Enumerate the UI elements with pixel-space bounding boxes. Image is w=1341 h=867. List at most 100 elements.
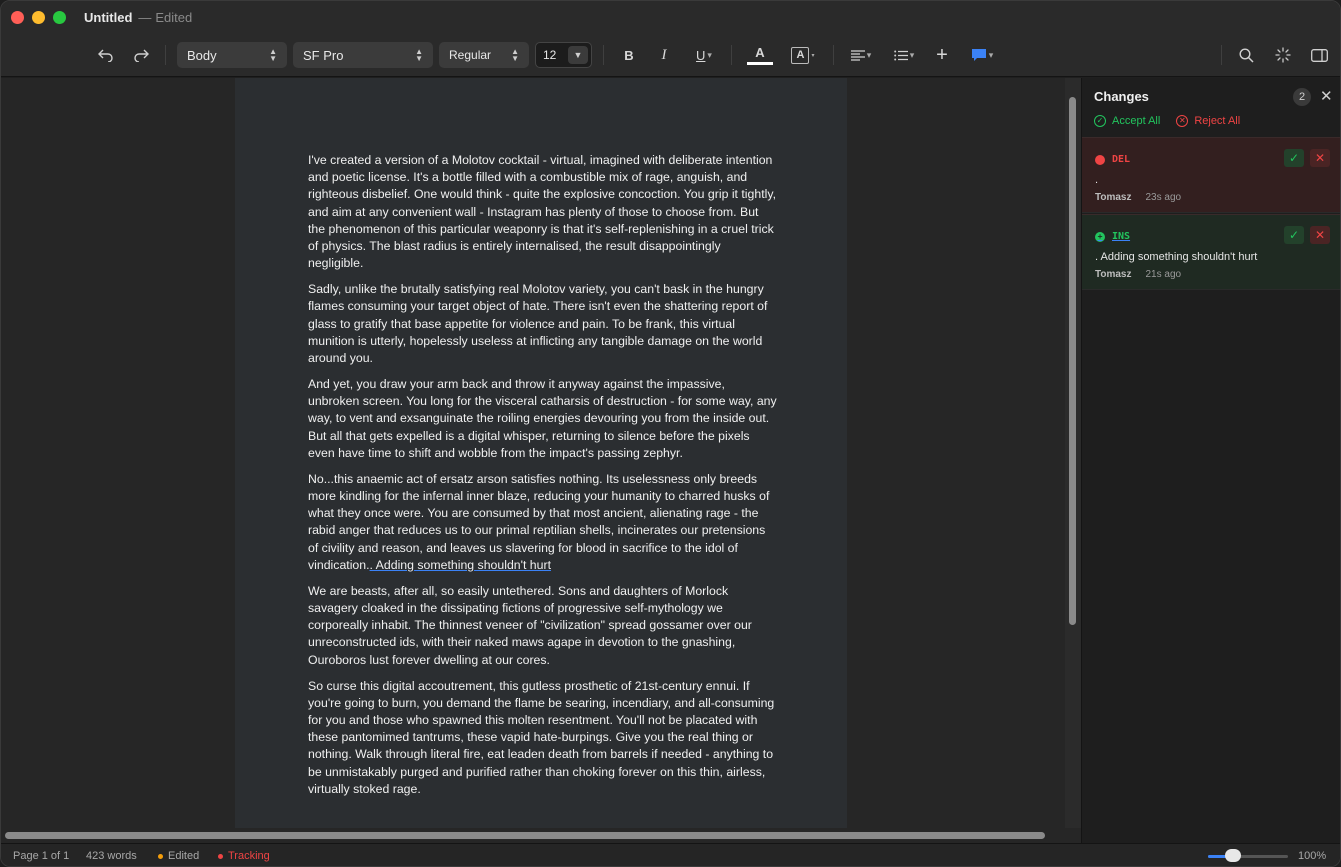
paragraph[interactable]: We are beasts, after all, so easily unte… (308, 583, 778, 669)
change-meta: Tomasz 21s ago (1095, 269, 1181, 280)
accept-all-button[interactable]: ✓ Accept All (1094, 115, 1160, 127)
accept-change-button[interactable]: ✓ (1284, 226, 1304, 244)
change-item-deletion[interactable]: DEL ✓ ✕ . Tomasz 23s ago (1082, 137, 1340, 213)
zoom-level: 100% (1298, 850, 1327, 862)
chevron-down-icon: ▾ (811, 52, 815, 59)
accept-all-label: Accept All (1112, 115, 1161, 127)
vertical-scroll-thumb[interactable] (1069, 97, 1076, 625)
toolbar-divider (165, 45, 166, 65)
change-actions: ✓ ✕ (1284, 149, 1330, 167)
window-controls (11, 10, 66, 24)
change-kind-label: INS (1112, 231, 1131, 242)
undo-button[interactable] (93, 42, 119, 68)
insert-button[interactable]: + (929, 42, 955, 68)
change-text: . (1095, 174, 1099, 186)
window-title: Untitled (84, 9, 133, 25)
highlight-color-button[interactable]: A ▾ (785, 42, 821, 68)
toolbar: Body ▲ ▼ SF Pro ▲ ▼ Regular ▲ ▼ 12 ▼ B I U ▾… (1, 33, 1340, 77)
change-kind: DEL (1095, 154, 1130, 165)
chevron-down-icon: ▾ (866, 49, 872, 60)
minimize-window-button[interactable] (32, 10, 45, 24)
change-item-insertion[interactable]: + INS ✓ ✕ . Adding something shouldn't h… (1082, 214, 1340, 290)
text-color-swatch (747, 61, 773, 65)
updown-chevron-icon: ▲ ▼ (415, 47, 423, 63)
undo-icon (98, 49, 113, 62)
spinner-icon (1275, 47, 1291, 63)
toggle-sidebar-button[interactable] (1306, 42, 1332, 68)
deletion-dot-icon (1095, 154, 1105, 165)
updown-chevron-icon: ▲ ▼ (511, 47, 519, 63)
text-color-button[interactable]: A (745, 42, 775, 68)
paragraph[interactable]: So curse this digital accoutrement, this… (308, 678, 778, 798)
canvas-left-margin (1, 78, 235, 828)
highlight-icon: A (791, 46, 810, 64)
paragraph-style-select[interactable]: Body ▲ ▼ (177, 42, 287, 68)
change-kind-label: DEL (1112, 154, 1131, 165)
font-weight-value: Regular (449, 48, 492, 62)
bulleted-list-icon (893, 50, 908, 60)
font-family-select[interactable]: SF Pro ▲ ▼ (293, 42, 433, 68)
changes-count-badge: 2 (1293, 88, 1311, 106)
status-bar: Page 1 of 1 423 words Edited Tracking 10… (1, 843, 1340, 866)
accept-change-button[interactable]: ✓ (1284, 149, 1304, 167)
word-count: 423 words (86, 850, 137, 862)
title-separator: — (138, 9, 152, 25)
reject-all-label: Reject All (1194, 115, 1241, 127)
check-circle-icon: ✓ (1094, 115, 1106, 127)
paragraph[interactable]: And yet, you draw your arm back and thro… (308, 376, 778, 462)
check-icon: ✓ (1288, 228, 1300, 242)
font-weight-select[interactable]: Regular ▲ ▼ (439, 42, 529, 68)
search-icon (1238, 47, 1254, 63)
close-window-button[interactable] (11, 10, 24, 24)
underline-button[interactable]: U ▾ (689, 42, 719, 68)
paragraph-with-insertion[interactable]: No...this anaemic act of ersatz arson sa… (308, 471, 778, 574)
toolbar-divider (603, 45, 604, 65)
change-time: 23s ago (1145, 192, 1182, 203)
comment-icon (971, 49, 986, 61)
changes-sidebar: Changes 2 ✕ ✓ Accept All ✕ Reject All DE… (1081, 78, 1340, 843)
align-left-icon (850, 49, 865, 61)
activity-button[interactable] (1270, 42, 1296, 68)
reject-change-button[interactable]: ✕ (1310, 149, 1330, 167)
change-meta: Tomasz 23s ago (1095, 192, 1181, 203)
horizontal-scroll-thumb[interactable] (5, 832, 1045, 839)
bold-button[interactable]: B (616, 42, 642, 68)
font-size-dropdown-icon[interactable]: ▼ (568, 46, 588, 64)
page-indicator: Page 1 of 1 (13, 850, 70, 862)
sidebar-title: Changes (1094, 89, 1149, 104)
zoom-slider[interactable] (1208, 855, 1288, 858)
document-page[interactable]: I've created a version of a Molotov cock… (235, 78, 847, 828)
edited-label: Edited (168, 850, 200, 862)
tracking-dot-icon (218, 853, 223, 859)
redo-button[interactable] (128, 42, 154, 68)
check-icon: ✓ (1288, 151, 1300, 165)
font-size-field[interactable]: 12 ▼ (535, 42, 592, 68)
zoom-slider-knob[interactable] (1225, 849, 1241, 862)
alignment-button[interactable]: ▾ (845, 42, 877, 68)
paragraph[interactable]: I've created a version of a Molotov cock… (308, 152, 778, 272)
change-kind: + INS (1095, 231, 1130, 242)
search-button[interactable] (1233, 42, 1259, 68)
updown-chevron-icon: ▲ ▼ (269, 47, 277, 63)
list-button[interactable]: ▾ (888, 42, 920, 68)
tracking-indicator[interactable]: Tracking (218, 850, 270, 862)
toolbar-divider (731, 45, 732, 65)
tracked-insertion[interactable]: . Adding something shouldn't hurt (370, 558, 551, 572)
reject-all-button[interactable]: ✕ Reject All (1176, 115, 1240, 127)
close-sidebar-button[interactable]: ✕ (1320, 87, 1333, 105)
comment-button[interactable]: ▾ (965, 42, 999, 68)
app-window: Untitled — Edited Body ▲ ▼ SF Pro ▲ ▼ Regu… (0, 0, 1341, 867)
reject-change-button[interactable]: ✕ (1310, 226, 1330, 244)
change-text: . Adding something shouldn't hurt (1095, 251, 1258, 263)
paragraph[interactable]: Sadly, unlike the brutally satisfying re… (308, 281, 778, 367)
underline-label: U (696, 47, 706, 63)
edited-indicator: Edited (158, 850, 199, 862)
x-circle-icon: ✕ (1176, 115, 1189, 127)
change-author: Tomasz (1095, 192, 1132, 203)
change-author: Tomasz (1095, 269, 1132, 280)
document-body[interactable]: I've created a version of a Molotov cock… (308, 152, 778, 807)
italic-button[interactable]: I (651, 42, 677, 68)
bulk-actions: ✓ Accept All ✕ Reject All (1094, 115, 1240, 127)
zoom-window-button[interactable] (53, 10, 66, 24)
insertion-plus-icon: + (1095, 231, 1105, 242)
